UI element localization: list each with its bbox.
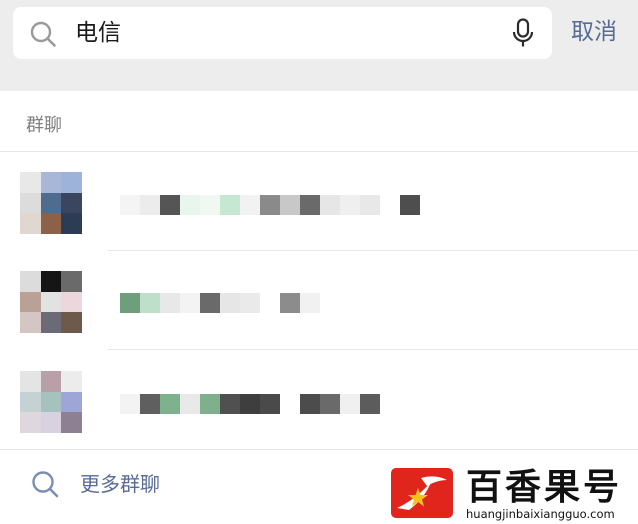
redacted-name-block xyxy=(220,195,240,215)
avatar-tile xyxy=(61,412,82,433)
redacted-name-block xyxy=(220,394,240,414)
avatar-tile xyxy=(61,192,82,214)
redacted-name-block xyxy=(260,293,280,313)
redacted-name-block xyxy=(120,195,140,215)
search-query-text: 电信 xyxy=(75,20,121,46)
avatar-tile xyxy=(61,312,82,333)
avatar-tile xyxy=(40,371,62,392)
redacted-name-block xyxy=(180,394,200,414)
group-avatar xyxy=(20,271,82,333)
redacted-name-block xyxy=(120,394,140,414)
avatar-tile xyxy=(61,391,82,413)
redacted-name-block xyxy=(200,293,220,313)
search-input[interactable]: 电信 xyxy=(13,7,552,59)
avatar-tile xyxy=(61,172,82,193)
redacted-name-block xyxy=(380,195,400,215)
redacted-name-block xyxy=(160,293,180,313)
redacted-name-block xyxy=(300,394,320,414)
redacted-name-block xyxy=(120,293,140,313)
avatar-tile xyxy=(40,412,62,433)
redacted-name-block xyxy=(180,195,200,215)
avatar-tile xyxy=(40,192,62,214)
redacted-name-block xyxy=(140,293,160,313)
group-avatar xyxy=(20,371,82,433)
redacted-name-block xyxy=(160,195,180,215)
redacted-name-block xyxy=(300,195,320,215)
avatar-tile xyxy=(20,271,41,292)
avatar-tile xyxy=(20,391,41,413)
redacted-name-block xyxy=(280,195,300,215)
avatar-tile xyxy=(40,213,62,234)
redacted-name-block xyxy=(300,293,320,313)
group-chat-row[interactable] xyxy=(0,152,638,251)
redacted-name-block xyxy=(160,394,180,414)
search-icon xyxy=(32,471,59,498)
redacted-name-block xyxy=(320,195,340,215)
cancel-button[interactable]: 取消 xyxy=(571,14,617,50)
avatar-tile xyxy=(40,291,62,313)
group-name-redacted xyxy=(120,394,380,414)
avatar-tile xyxy=(61,271,82,292)
redacted-name-block xyxy=(280,293,300,313)
redacted-name-block xyxy=(140,394,160,414)
redacted-name-block xyxy=(240,195,260,215)
group-chat-row[interactable] xyxy=(0,251,638,350)
avatar-tile xyxy=(20,213,41,234)
redacted-name-block xyxy=(260,195,280,215)
avatar-tile xyxy=(61,371,82,392)
redacted-name-block xyxy=(260,394,280,414)
redacted-name-block xyxy=(360,394,380,414)
redacted-name-block xyxy=(320,394,340,414)
watermark-url: huangjinbaixiangguo.com xyxy=(466,507,615,521)
watermark-logo-icon xyxy=(391,468,453,518)
search-icon xyxy=(30,21,56,47)
group-name-redacted xyxy=(120,293,320,313)
microphone-icon[interactable] xyxy=(511,18,535,48)
avatar-tile xyxy=(20,312,41,333)
redacted-name-block xyxy=(400,195,420,215)
avatar-tile xyxy=(61,213,82,234)
redacted-name-block xyxy=(180,293,200,313)
redacted-name-block xyxy=(360,195,380,215)
redacted-name-block xyxy=(140,195,160,215)
redacted-name-block xyxy=(240,293,260,313)
redacted-name-block xyxy=(200,195,220,215)
search-header: 电信 取消 xyxy=(0,0,638,91)
group-name-redacted xyxy=(120,195,420,215)
avatar-tile xyxy=(40,312,62,333)
avatar-tile xyxy=(40,172,62,193)
avatar-tile xyxy=(20,172,41,193)
redacted-name-block xyxy=(240,394,260,414)
redacted-name-block xyxy=(340,394,360,414)
avatar-tile xyxy=(20,371,41,392)
section-title-group-chats: 群聊 xyxy=(26,115,62,136)
avatar-tile xyxy=(20,412,41,433)
redacted-name-block xyxy=(220,293,240,313)
watermark-title: 百香果号 xyxy=(466,466,623,508)
more-group-chats-label: 更多群聊 xyxy=(80,472,160,496)
redacted-name-block xyxy=(280,394,300,414)
avatar-tile xyxy=(20,291,41,313)
group-avatar xyxy=(20,172,82,234)
avatar-tile xyxy=(20,192,41,214)
avatar-tile xyxy=(40,271,62,292)
group-chat-row[interactable] xyxy=(0,350,638,449)
avatar-tile xyxy=(40,391,62,413)
redacted-name-block xyxy=(200,394,220,414)
avatar-tile xyxy=(61,291,82,313)
redacted-name-block xyxy=(340,195,360,215)
